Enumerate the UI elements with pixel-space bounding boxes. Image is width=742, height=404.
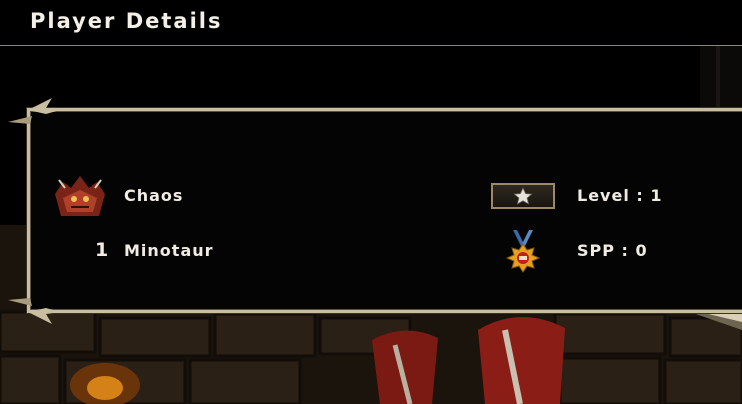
- star-badge-icon: [513, 187, 533, 205]
- frame-corner-top-left-icon: [8, 98, 60, 124]
- team-name: Chaos: [124, 186, 184, 205]
- title-bar: Player Details: [0, 0, 742, 46]
- spp-label: SPP : 0: [577, 241, 648, 260]
- frame-corner-bottom-left-icon: [8, 298, 60, 324]
- player-position: Minotaur: [124, 241, 214, 260]
- level-label: Level : 1: [577, 186, 663, 205]
- player-details-panel: [27, 108, 742, 313]
- medal-icon: [505, 230, 541, 273]
- player-number: 1: [95, 239, 109, 261]
- chaos-team-logo-icon: [55, 176, 105, 216]
- page-title: Player Details: [30, 9, 223, 33]
- level-badge: [491, 183, 555, 209]
